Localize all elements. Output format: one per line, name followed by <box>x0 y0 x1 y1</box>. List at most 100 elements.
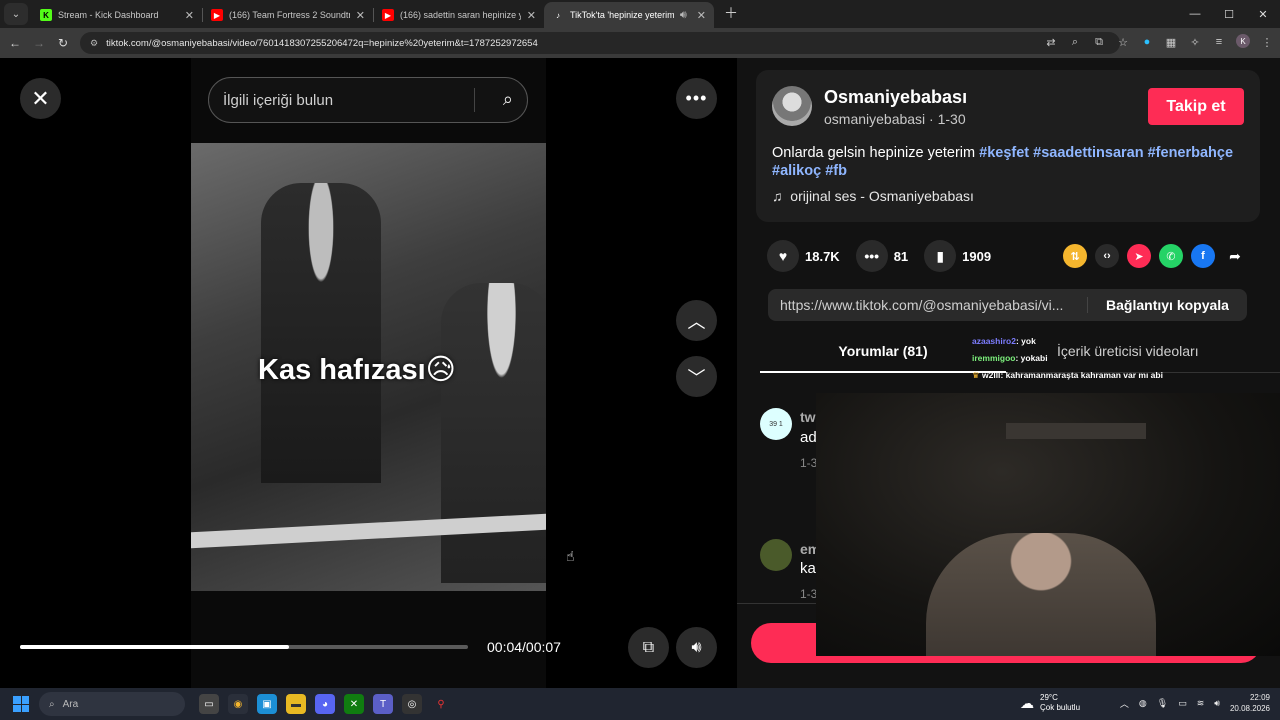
next-video-icon[interactable]: ﹀ <box>676 356 717 397</box>
windows-start-icon[interactable] <box>13 696 29 712</box>
search-placeholder: İlgili içeriği bulun <box>223 91 334 109</box>
embed-icon[interactable]: ‹› <box>1095 244 1119 268</box>
taskbar-search-label: Ara <box>62 698 79 710</box>
chat-username: azaashiro2 <box>972 336 1016 346</box>
network-icon[interactable]: ◍ <box>1139 698 1147 709</box>
reading-list-icon[interactable]: ≡ <box>1212 34 1226 50</box>
chrome-icon[interactable]: ◉ <box>228 694 248 714</box>
close-tab-icon[interactable]: ✕ <box>356 9 365 22</box>
close-tab-icon[interactable]: ✕ <box>527 9 536 22</box>
teams-icon[interactable]: T <box>373 694 393 714</box>
related-search-input[interactable]: İlgili içeriği bulun ⌕ <box>208 77 528 123</box>
tab-comments[interactable]: Yorumlar (81) <box>760 343 1006 359</box>
xbox-icon[interactable]: ✕ <box>344 694 364 714</box>
author-name[interactable]: Osmaniyebabası <box>824 87 967 108</box>
clock-date: 20.08.2026 <box>1229 704 1270 713</box>
commenter-avatar[interactable]: 39 1 <box>760 408 792 440</box>
save-button[interactable]: ▮ 1909 <box>924 240 991 272</box>
address-bar[interactable]: ⚙ tiktok.com/@osmaniyebabasi/video/76014… <box>80 32 1120 54</box>
hashtag-link[interactable]: #keşfet <box>979 145 1029 161</box>
speaker-icon[interactable]: 🔊︎ <box>1214 698 1220 709</box>
video-progress-bar[interactable] <box>20 645 468 649</box>
close-tab-icon[interactable]: ✕ <box>185 9 194 22</box>
discord-icon[interactable]: ◕ <box>315 694 335 714</box>
description-text: Onlarda gelsin hepinize yeterim <box>772 145 976 161</box>
monitor-app-icon[interactable]: ▣ <box>257 694 277 714</box>
microphone-icon[interactable]: 🎙︎ <box>1157 698 1168 709</box>
hashtag-link[interactable]: #fb <box>825 163 847 179</box>
maximize-icon[interactable]: ☐ <box>1212 0 1246 28</box>
comment-button[interactable]: ••• 81 <box>855 240 909 272</box>
tab-tiktok[interactable]: ♪ TikTok'ta 'hepinize yeterim' 🔊︎ ✕ <box>544 2 714 28</box>
commenter-name[interactable]: tw <box>800 409 816 425</box>
task-view-icon[interactable]: ▭ <box>199 694 219 714</box>
browser-toolbar: ← → ↻ ⚙ tiktok.com/@osmaniyebabasi/video… <box>0 28 1280 58</box>
bookmark-star-icon[interactable]: ☆ <box>1116 34 1130 50</box>
chat-message: : kahramanmaraşta kahraman var mı abi <box>1000 370 1163 380</box>
post-info-card: Osmaniyebabası osmaniyebabasi · 1-30 Tak… <box>756 70 1260 222</box>
facebook-icon[interactable]: f <box>1191 244 1215 268</box>
profile-avatar[interactable]: K <box>1236 34 1250 48</box>
share-arrow-icon[interactable]: ➦ <box>1223 244 1247 268</box>
reload-icon[interactable]: ↻ <box>51 36 75 50</box>
post-description: Onlarda gelsin hepinize yeterim #keşfet … <box>772 144 1242 180</box>
close-icon[interactable]: ✕ <box>20 78 61 119</box>
author-avatar[interactable] <box>772 86 812 126</box>
forward-icon[interactable]: → <box>27 36 51 50</box>
audio-playing-icon[interactable]: 🔊︎ <box>680 9 687 22</box>
send-icon[interactable]: ➤ <box>1127 244 1151 268</box>
tab-title: (166) sadettin saran hepinize ye <box>400 10 521 20</box>
new-tab-button[interactable]: ＋ <box>724 3 738 23</box>
tab-search-button[interactable]: ⌄ <box>4 3 28 25</box>
minimize-icon[interactable]: — <box>1178 0 1212 28</box>
like-button[interactable]: ♥ 18.7K <box>767 240 840 272</box>
follow-button[interactable]: Takip et <box>1148 88 1244 125</box>
repost-icon[interactable]: ⇅ <box>1063 244 1087 268</box>
temperature: 29°C <box>1040 693 1058 702</box>
hashtag-link[interactable]: #alikoç <box>772 163 821 179</box>
file-explorer-icon[interactable]: ▬ <box>286 694 306 714</box>
crown-icon: ♛ <box>972 370 980 380</box>
extension-icon[interactable]: ▦ <box>1164 34 1178 50</box>
comment-text: ka <box>800 560 816 577</box>
search-icon[interactable]: ⌕ <box>503 89 513 110</box>
extension-icon[interactable]: ● <box>1140 34 1154 50</box>
taskbar-search[interactable]: ⌕ Ara <box>39 692 185 716</box>
whatsapp-icon[interactable]: ✆ <box>1159 244 1183 268</box>
clock[interactable]: 22:09 20.08.2026 <box>1230 692 1270 714</box>
weather-widget[interactable]: ☁ 29°C Çok bulutlu <box>1020 693 1080 713</box>
close-window-icon[interactable]: ✕ <box>1246 0 1280 28</box>
map-pin-icon[interactable]: ⚲ <box>431 694 451 714</box>
picture-in-picture-icon[interactable]: ⧉ <box>628 627 669 668</box>
hashtag-link[interactable]: #saadettinsaran <box>1033 145 1143 161</box>
volume-icon[interactable]: 🔊︎ <box>676 627 717 668</box>
chrome-menu-icon[interactable]: ⋮ <box>1260 34 1274 50</box>
commenter-avatar[interactable] <box>760 539 792 571</box>
tab-title: Stream - Kick Dashboard <box>58 10 159 20</box>
extensions-puzzle-icon[interactable]: ✧ <box>1188 34 1202 50</box>
more-options-icon[interactable]: ••• <box>676 78 717 119</box>
copy-link-button[interactable]: Bağlantıyı kopyala <box>1088 297 1247 313</box>
site-info-icon[interactable]: ⚙ <box>90 38 98 49</box>
hashtag-link[interactable]: #fenerbahçe <box>1148 145 1233 161</box>
sound-link[interactable]: ♫ orijinal ses - Osmaniyebabası <box>772 188 974 204</box>
comment-count: 81 <box>893 248 909 264</box>
back-icon[interactable]: ← <box>3 36 27 50</box>
close-tab-icon[interactable]: ✕ <box>697 9 706 22</box>
wifi-icon[interactable]: ≋ <box>1197 698 1205 709</box>
obs-icon[interactable]: ◎ <box>402 694 422 714</box>
previous-video-icon[interactable]: ︿ <box>676 300 717 341</box>
translate-icon[interactable]: ⇄ <box>1044 34 1058 50</box>
browser-tab-strip: ⌄ K Stream - Kick Dashboard ✕ ▶ (166) Te… <box>0 0 1280 28</box>
video-link-field[interactable]: https://www.tiktok.com/@osmaniyebabasi/v… <box>768 297 1088 313</box>
tab-youtube-saran[interactable]: ▶ (166) sadettin saran hepinize ye ✕ <box>374 2 544 28</box>
chevron-up-icon[interactable]: ︿ <box>1120 697 1129 710</box>
sound-name: orijinal ses - Osmaniyebabası <box>790 188 974 204</box>
tab-kick[interactable]: K Stream - Kick Dashboard ✕ <box>32 2 202 28</box>
tab-title: (166) Team Fortress 2 Soundtra <box>229 10 350 20</box>
install-app-icon[interactable]: ⧉ <box>1092 34 1106 50</box>
stream-chat-overlay: azaashiro2: yok iremmigoo: yokabi ♛ w2ll… <box>972 333 1163 384</box>
display-icon[interactable]: ▭ <box>1178 698 1187 709</box>
zoom-icon[interactable]: ⌕ <box>1068 34 1082 50</box>
tab-youtube-tf2[interactable]: ▶ (166) Team Fortress 2 Soundtra ✕ <box>203 2 373 28</box>
